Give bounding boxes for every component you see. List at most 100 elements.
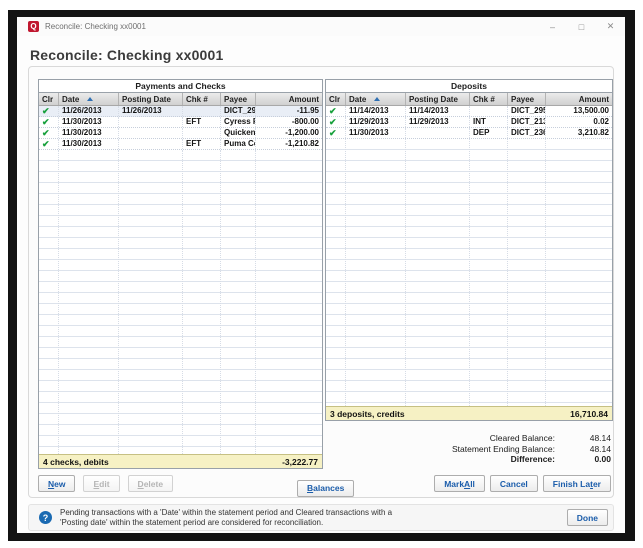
column-header-amount[interactable]: Amount	[546, 93, 612, 105]
cell-date: 11/14/2013	[346, 106, 406, 116]
table-row[interactable]: ✔ 11/14/2013 11/14/2013 DICT_29542 13,50…	[326, 106, 612, 117]
payments-summary-amount: -3,222.77	[282, 457, 318, 467]
close-icon[interactable]: ✕	[596, 17, 625, 36]
cleared-check-icon[interactable]: ✔	[42, 117, 50, 127]
cancel-button[interactable]: Cancel	[490, 475, 538, 492]
cell-date: 11/29/2013	[346, 117, 406, 127]
quicken-logo-icon: Q	[28, 21, 39, 32]
cell-posting-date: 11/26/2013	[119, 106, 183, 116]
column-header-clr[interactable]: Clr	[326, 93, 346, 105]
balance-summary: Cleared Balance: 48.14 Statement Ending …	[452, 433, 611, 465]
difference-value: 0.00	[555, 454, 611, 464]
difference-label: Difference:	[511, 454, 555, 464]
cell-chk	[183, 128, 221, 138]
sort-ascending-icon	[87, 97, 93, 101]
table-row[interactable]: ✔ 11/30/2013 EFT Puma Construction -1,21…	[39, 139, 322, 150]
cleared-check-icon[interactable]: ✔	[329, 117, 337, 127]
payments-panel-title: Payments and Checks	[39, 80, 322, 93]
cell-chk: EFT	[183, 117, 221, 127]
footer-note: Pending transactions with a 'Date' withi…	[60, 508, 392, 528]
column-header-posting-date[interactable]: Posting Date	[119, 93, 183, 105]
column-header-chk[interactable]: Chk #	[470, 93, 508, 105]
column-header-date[interactable]: Date	[346, 93, 406, 105]
cell-amount: -1,210.82	[256, 139, 322, 149]
table-row[interactable]: ✔ 11/29/2013 11/29/2013 INT DICT_21392 0…	[326, 117, 612, 128]
window-controls: – □ ✕	[538, 17, 625, 36]
table-row[interactable]: ✔ 11/30/2013 EFT Cyress Point Apts -800.…	[39, 117, 322, 128]
edit-button[interactable]: Edit	[83, 475, 119, 492]
payments-panel: Payments and Checks Clr Date Posting Dat…	[38, 79, 323, 469]
column-header-date[interactable]: Date	[59, 93, 119, 105]
empty-rows-area	[326, 139, 612, 406]
cell-posting-date	[406, 128, 470, 138]
column-header-posting-date[interactable]: Posting Date	[406, 93, 470, 105]
cell-amount: -800.00	[256, 117, 322, 127]
help-icon[interactable]: ?	[39, 511, 52, 524]
deposits-summary-label: 3 deposits, credits	[330, 409, 405, 419]
column-header-amount[interactable]: Amount	[256, 93, 322, 105]
transaction-buttons: New Edit Delete	[38, 475, 173, 492]
cell-payee: DICT_29542	[508, 106, 546, 116]
cleared-check-icon[interactable]: ✔	[329, 106, 337, 116]
deposits-panel-title: Deposits	[326, 80, 612, 93]
empty-rows-area	[39, 150, 322, 454]
statement-ending-balance-row: Statement Ending Balance: 48.14	[452, 444, 611, 455]
cleared-balance-value: 48.14	[555, 433, 611, 443]
column-header-chk[interactable]: Chk #	[183, 93, 221, 105]
cell-date: 11/30/2013	[59, 128, 119, 138]
cell-chk: EFT	[183, 139, 221, 149]
cell-payee: Quicken Inc	[221, 128, 256, 138]
window-title: Reconcile: Checking xx0001	[45, 22, 146, 31]
column-header-date-label: Date	[62, 95, 79, 104]
cleared-check-icon[interactable]: ✔	[42, 139, 50, 149]
title-bar: Q Reconcile: Checking xx0001 – □ ✕	[17, 17, 625, 36]
deposits-summary-bar: 3 deposits, credits 16,710.84	[326, 406, 612, 420]
deposits-header-row: Clr Date Posting Date Chk # Payee Amount	[326, 93, 612, 106]
cell-amount: -1,200.00	[256, 128, 322, 138]
balances-button[interactable]: Balances	[297, 480, 354, 497]
cleared-check-icon[interactable]: ✔	[42, 128, 50, 138]
delete-button[interactable]: Delete	[128, 475, 174, 492]
difference-row: Difference: 0.00	[452, 454, 611, 465]
footer-note-line1: Pending transactions with a 'Date' withi…	[60, 508, 392, 518]
maximize-icon[interactable]: □	[567, 17, 596, 36]
payments-header-row: Clr Date Posting Date Chk # Payee Amount	[39, 93, 322, 106]
table-row[interactable]: ✔ 11/26/2013 11/26/2013 DICT_29697 -11.9…	[39, 106, 322, 117]
footer-bar: ? Pending transactions with a 'Date' wit…	[28, 504, 614, 531]
table-row[interactable]: ✔ 11/30/2013 Quicken Inc -1,200.00	[39, 128, 322, 139]
cleared-check-icon[interactable]: ✔	[42, 106, 50, 116]
cell-date: 11/30/2013	[346, 128, 406, 138]
cell-chk: DEP	[470, 128, 508, 138]
cell-chk: INT	[470, 117, 508, 127]
minimize-icon[interactable]: –	[538, 17, 567, 36]
cell-posting-date	[119, 139, 183, 149]
cell-date: 11/30/2013	[59, 117, 119, 127]
cell-date: 11/26/2013	[59, 106, 119, 116]
column-header-payee[interactable]: Payee	[508, 93, 546, 105]
cell-payee: Puma Construction	[221, 139, 256, 149]
reconcile-dialog: Q Reconcile: Checking xx0001 – □ ✕ Recon…	[17, 17, 625, 533]
new-button[interactable]: New	[38, 475, 75, 492]
finish-later-button[interactable]: Finish Later	[543, 475, 611, 492]
done-button[interactable]: Done	[567, 509, 608, 526]
balances-button-wrap: Balances	[297, 475, 354, 497]
cleared-balance-label: Cleared Balance:	[490, 433, 555, 443]
column-header-clr[interactable]: Clr	[39, 93, 59, 105]
payments-summary-label: 4 checks, debits	[43, 457, 109, 467]
statement-ending-balance-value: 48.14	[555, 444, 611, 454]
cleared-check-icon[interactable]: ✔	[329, 128, 337, 138]
sort-ascending-icon	[374, 97, 380, 101]
footer-note-line2: 'Posting date' within the statement peri…	[60, 518, 392, 528]
column-header-payee[interactable]: Payee	[221, 93, 256, 105]
reconcile-content-box: Payments and Checks Clr Date Posting Dat…	[28, 66, 614, 498]
cell-payee: Cyress Point Apts	[221, 117, 256, 127]
mark-all-button[interactable]: Mark All	[434, 475, 485, 492]
cell-payee: DICT_21392	[508, 117, 546, 127]
cell-payee: DICT_29697	[221, 106, 256, 116]
table-row[interactable]: ✔ 11/30/2013 DEP DICT_23619 3,210.82	[326, 128, 612, 139]
cell-amount: -11.95	[256, 106, 322, 116]
cell-amount: 3,210.82	[546, 128, 612, 138]
dialog-action-buttons: Mark All Cancel Finish Later	[434, 475, 611, 492]
cell-chk	[183, 106, 221, 116]
statement-ending-balance-label: Statement Ending Balance:	[452, 444, 555, 454]
